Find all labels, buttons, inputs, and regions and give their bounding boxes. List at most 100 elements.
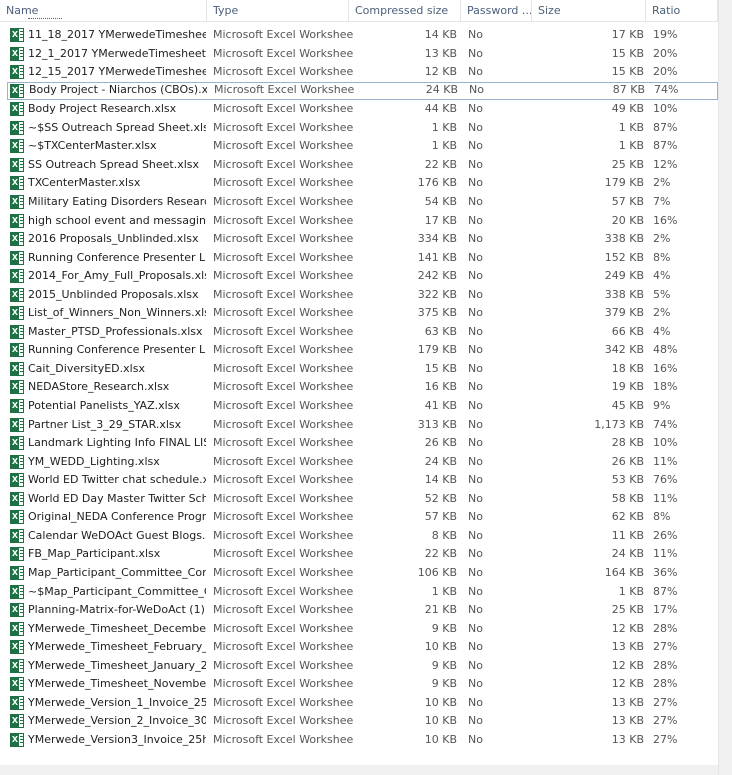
file-compressed-size: 313 KB <box>417 417 457 431</box>
archive-file-list: Name Type Compressed size Password ... S… <box>0 0 732 775</box>
file-compressed-size: 9 KB <box>431 677 457 691</box>
file-size: 13 KB <box>611 695 644 709</box>
table-row[interactable]: X 2015_Unblinded Proposals.xlsx Microsoft … <box>7 286 718 304</box>
column-header-password[interactable]: Password ... <box>461 0 532 21</box>
table-row[interactable]: X Cait_DiversityED.xlsx Microsoft Excel Wo… <box>7 360 718 378</box>
file-type: Microsoft Excel Worksheet <box>213 46 353 60</box>
file-type: Microsoft Excel Worksheet <box>213 213 353 227</box>
file-size: 164 KB <box>604 565 644 579</box>
table-row[interactable]: X YMerwede_Version_2_Invoice_30ho... Micro… <box>7 712 718 730</box>
table-row[interactable]: X YMerwede_Timesheet_December_... Microsof… <box>7 620 718 638</box>
table-row[interactable]: X YM_WEDD_Lighting.xlsx Microsoft Excel Wo… <box>7 453 718 471</box>
table-row[interactable]: X Master_PTSD_Professionals.xlsx Microsoft… <box>7 323 718 341</box>
file-size: 249 KB <box>604 269 644 283</box>
table-row[interactable]: X Body Project Research.xlsx Microsoft Exc… <box>7 100 718 118</box>
table-row[interactable]: X Running Conference Presenter List ... Mi… <box>7 341 718 359</box>
table-row[interactable]: X TXCenterMaster.xlsx Microsoft Excel Work… <box>7 174 718 192</box>
horizontal-scrollbar[interactable] <box>0 765 718 775</box>
file-type: Microsoft Excel Worksheet <box>213 547 353 561</box>
excel-file-icon: X <box>10 528 24 543</box>
table-row[interactable]: X Original_NEDA Conference Progra... Micro… <box>7 508 718 526</box>
file-type: Microsoft Excel Worksheet <box>213 454 353 468</box>
table-row[interactable]: X 2014_For_Amy_Full_Proposals.xlsx Microso… <box>7 267 718 285</box>
table-row[interactable]: X YMerwede_Timesheet_January_201... Micros… <box>7 657 718 675</box>
file-name: Planning-Matrix-for-WeDoAct (1).x... <box>28 603 206 617</box>
file-name: Running Conference Presenter List... <box>28 250 206 264</box>
file-ratio: 2% <box>653 176 671 190</box>
file-password: No <box>468 28 483 41</box>
table-row[interactable]: X World ED Day Master Twitter Sche... Micr… <box>7 490 718 508</box>
file-password: No <box>468 306 483 320</box>
table-row[interactable]: X YMerwede_Version3_Invoice_25ho... Micros… <box>7 731 718 749</box>
file-compressed-size: 106 KB <box>417 565 457 579</box>
table-row[interactable]: Xhigh school event and messaging i... Mic… <box>7 212 718 230</box>
file-name: Body Project Research.xlsx <box>28 102 177 116</box>
table-row[interactable]: X Body Project - Niarchos (CBOs).xlsx Micr… <box>7 81 718 100</box>
table-row[interactable]: X NEDAStore_Research.xlsx Microsoft Excel … <box>7 378 718 396</box>
file-ratio: 74% <box>654 82 679 96</box>
file-name: List_of_Winners_Non_Winners.xlsx <box>28 306 206 320</box>
file-type: Microsoft Excel Worksheet <box>213 621 353 635</box>
table-row[interactable]: X ~$TXCenterMaster.xlsx Microsoft Excel Wo… <box>7 137 718 155</box>
file-type: Microsoft Excel Worksheet <box>213 176 353 190</box>
file-compressed-size: 13 KB <box>424 46 457 60</box>
file-type: Microsoft Excel Worksheet <box>213 528 353 542</box>
file-type: Microsoft Excel Worksheet <box>213 695 353 709</box>
file-ratio: 11% <box>653 454 678 468</box>
table-row[interactable]: X Partner List_3_29_STAR.xlsx Microsoft Ex… <box>7 416 718 434</box>
table-row[interactable]: X FB_Map_Participant.xlsx Microsoft Excel … <box>7 545 718 563</box>
table-row[interactable]: X SS Outreach Spread Sheet.xlsx Microsoft … <box>7 156 718 174</box>
excel-file-icon: X <box>10 510 24 525</box>
excel-file-icon: X <box>10 436 24 451</box>
file-password: No <box>468 250 483 264</box>
file-compressed-size: 15 KB <box>424 361 457 375</box>
file-compressed-size: 41 KB <box>424 399 457 412</box>
column-header-ratio[interactable]: Ratio <box>646 0 718 21</box>
table-row[interactable]: X Calendar WeDOAct Guest Blogs.xlsx Micros… <box>7 527 718 545</box>
table-row[interactable]: X Running Conference Presenter List... Mic… <box>7 249 718 267</box>
file-name: YMerwede_Timesheet_January_201... <box>28 658 206 672</box>
table-row[interactable]: X ~$SS Outreach Spread Sheet.xlsx Microsof… <box>7 119 718 137</box>
file-password: No <box>468 324 483 338</box>
file-name: Cait_DiversityED.xlsx <box>28 361 145 375</box>
file-compressed-size: 8 KB <box>431 528 457 542</box>
file-password: No <box>468 473 483 487</box>
table-row[interactable]: X 11_18_2017 YMerwedeTimesheet.xlsx Micros… <box>7 26 718 44</box>
table-row[interactable]: X Planning-Matrix-for-WeDoAct (1).x... Mic… <box>7 601 718 619</box>
file-compressed-size: 17 KB <box>424 213 457 227</box>
file-name: 2014_For_Amy_Full_Proposals.xlsx <box>28 269 206 283</box>
column-header-size[interactable]: Size <box>532 0 646 21</box>
excel-file-icon: X <box>10 695 24 710</box>
table-row[interactable]: X Potential Panelists_YAZ.xlsx Microsoft E… <box>7 397 718 415</box>
file-name: Body Project - Niarchos (CBOs).xlsx <box>29 82 207 96</box>
table-row[interactable]: X 12_15_2017 YMerwedeTimesheet.xlsx Micros… <box>7 63 718 81</box>
table-row[interactable]: X 2016 Proposals_Unblinded.xlsx Microsoft … <box>7 230 718 248</box>
file-name: 11_18_2017 YMerwedeTimesheet.xlsx <box>28 28 206 41</box>
file-ratio: 74% <box>653 417 678 431</box>
table-row[interactable]: X 12_1_2017 YMerwedeTimesheet.xlsx Microso… <box>7 45 718 63</box>
file-password: No <box>468 361 483 375</box>
file-ratio: 8% <box>653 250 671 264</box>
file-ratio: 11% <box>653 491 678 505</box>
column-header-type[interactable]: Type <box>207 0 349 21</box>
file-size: 338 KB <box>604 287 644 301</box>
excel-file-icon: X <box>10 269 24 284</box>
vertical-scrollbar[interactable] <box>718 0 732 775</box>
table-row[interactable]: X World ED Twitter chat schedule.xlsx Micr… <box>7 471 718 489</box>
table-row[interactable]: X Military Eating Disorders Research ... M… <box>7 193 718 211</box>
table-row[interactable]: X List_of_Winners_Non_Winners.xlsx Microso… <box>7 304 718 322</box>
table-row[interactable]: X YMerwede_Timesheet_November_... Microsof… <box>7 675 718 693</box>
table-row[interactable]: X YMerwede_Timesheet_February_20... Micros… <box>7 638 718 656</box>
excel-file-icon: X <box>10 232 24 247</box>
table-row[interactable]: X Map_Participant_Committee_Cont... Micros… <box>7 564 718 582</box>
column-header-compressed-size[interactable]: Compressed size <box>349 0 461 21</box>
table-row[interactable]: X Landmark Lighting Info FINAL LIST... Mic… <box>7 434 718 452</box>
file-password: No <box>468 213 483 227</box>
file-name: World ED Twitter chat schedule.xlsx <box>28 473 206 487</box>
file-password: No <box>468 547 483 561</box>
file-name: Map_Participant_Committee_Cont... <box>28 565 206 579</box>
table-row[interactable]: X ~$Map_Participant_Committee_Co... Micros… <box>7 583 718 601</box>
table-row[interactable]: X YMerwede_Version_1_Invoice_25ho... Micro… <box>7 694 718 712</box>
file-password: No <box>468 454 483 468</box>
file-ratio: 27% <box>653 732 678 746</box>
